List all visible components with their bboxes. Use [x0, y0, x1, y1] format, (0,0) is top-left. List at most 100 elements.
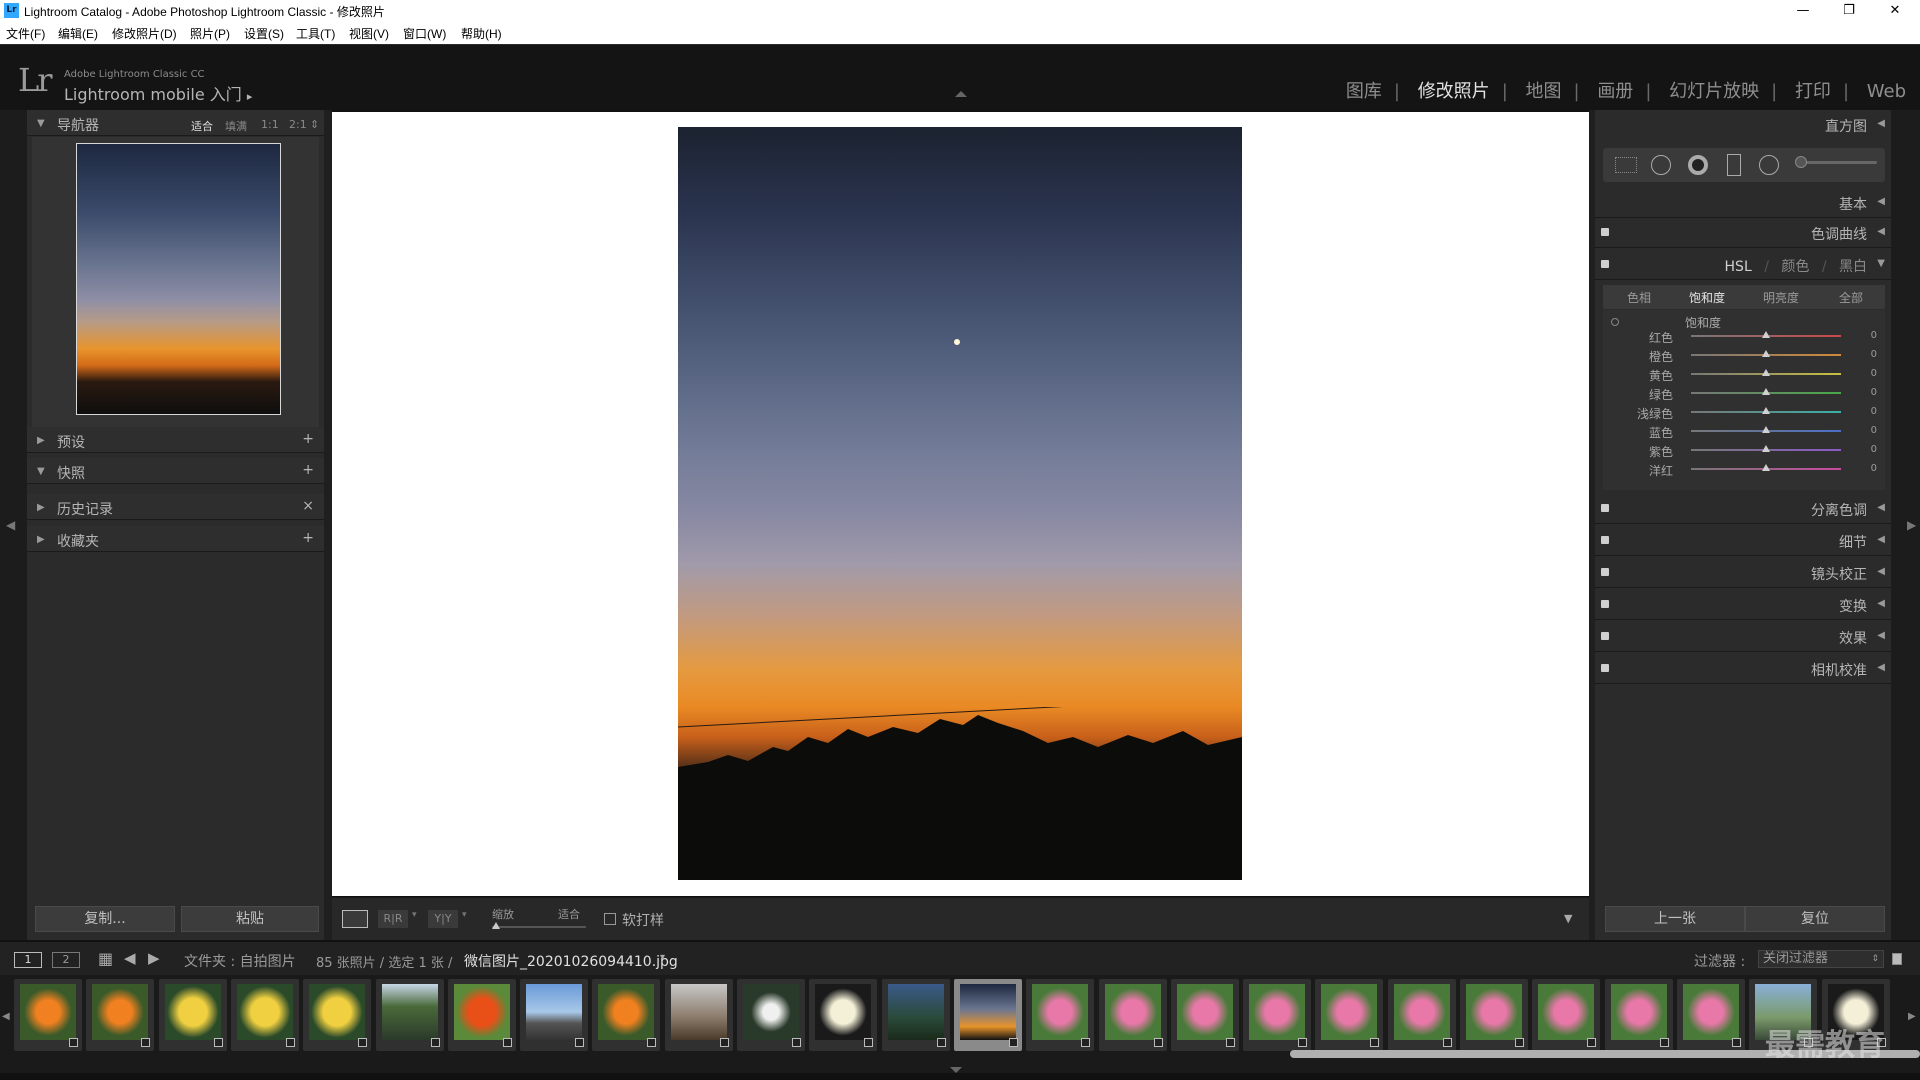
navigator-header[interactable]: ▼ 导航器 适合 填满 1:1 2:1 ⇕ — [27, 110, 324, 136]
filmstrip-thumbnail[interactable] — [737, 979, 805, 1051]
copy-button[interactable]: 复制... — [35, 906, 175, 932]
filmstrip-thumbnail[interactable] — [592, 979, 661, 1051]
slider-knob[interactable] — [1762, 426, 1770, 433]
filmstrip-thumbnail[interactable] — [1243, 979, 1312, 1051]
nav-zoom-dropdown-icon[interactable]: ⇕ — [310, 118, 319, 131]
effects-header[interactable]: 效果 ◀ — [1595, 622, 1891, 652]
restore-icon[interactable]: ❐ — [1826, 0, 1872, 22]
slider-value[interactable]: 0 — [1871, 463, 1877, 474]
before-after-icon[interactable]: R|R — [378, 910, 408, 928]
transform-header[interactable]: 变换 ◀ — [1595, 590, 1891, 620]
close-icon[interactable]: ✕ — [1872, 0, 1918, 22]
module-slideshow[interactable]: 幻灯片放映 — [1669, 81, 1759, 102]
adjustment-brush-icon[interactable] — [1795, 156, 1807, 168]
nav-2to1-option[interactable]: 2:1 — [289, 118, 307, 131]
slider-knob[interactable] — [1762, 331, 1770, 338]
swap-dropdown-icon[interactable]: ▾ — [462, 910, 467, 920]
slider-knob[interactable] — [1762, 350, 1770, 357]
slider-value[interactable]: 0 — [1871, 425, 1877, 436]
module-develop[interactable]: 修改照片 — [1418, 81, 1490, 102]
filmstrip-thumbnail[interactable] — [520, 979, 589, 1051]
filmstrip-thumbnail[interactable] — [1676, 979, 1745, 1051]
panel-switch-icon[interactable] — [1601, 664, 1609, 672]
minimize-icon[interactable]: — — [1780, 0, 1826, 22]
adjustment-brush-slider[interactable] — [1797, 161, 1877, 164]
snapshots-header[interactable]: ▼ 快照 + — [27, 458, 324, 484]
hsl-header[interactable]: HSL / 颜色 / 黑白 ▼ — [1595, 250, 1891, 280]
navigator-thumbnail[interactable] — [76, 143, 281, 415]
bw-mode[interactable]: 黑白 — [1839, 259, 1867, 275]
filename-dropdown-icon[interactable]: ▾ — [660, 952, 665, 963]
history-header[interactable]: ▶ 历史记录 × — [27, 494, 324, 520]
tab-saturation[interactable]: 饱和度 — [1689, 289, 1725, 306]
main-photo[interactable] — [678, 127, 1242, 880]
presets-header[interactable]: ▶ 预设 + — [27, 427, 324, 453]
slider-value[interactable]: 0 — [1871, 368, 1877, 379]
menu-edit[interactable]: 编辑(E) — [58, 25, 98, 42]
slider-value[interactable]: 0 — [1871, 406, 1877, 417]
module-book[interactable]: 画册 — [1597, 81, 1633, 102]
slider-knob[interactable] — [1762, 388, 1770, 395]
slider-value[interactable]: 0 — [1871, 387, 1877, 398]
tab-hue[interactable]: 色相 — [1627, 289, 1651, 306]
color-mode[interactable]: 颜色 — [1781, 259, 1809, 275]
collapse-filmstrip-icon[interactable] — [950, 1067, 962, 1073]
filmstrip-thumbnail[interactable] — [375, 979, 444, 1051]
slider-value[interactable]: 0 — [1871, 444, 1877, 455]
before-after-dropdown-icon[interactable]: ▾ — [412, 910, 417, 920]
panel-switch-icon[interactable] — [1601, 504, 1609, 512]
grid-view-icon[interactable]: ▦ — [98, 949, 113, 968]
split-toning-header[interactable]: 分离色调 ◀ — [1595, 494, 1891, 524]
menu-window[interactable]: 窗口(W) — [403, 25, 446, 42]
zoom-slider[interactable] — [492, 922, 586, 929]
filmstrip-thumbnail[interactable] — [1604, 979, 1673, 1051]
collapse-top-panel-icon[interactable] — [955, 91, 967, 97]
menu-develop[interactable]: 修改照片(D) — [112, 25, 177, 42]
panel-switch-icon[interactable] — [1601, 260, 1609, 268]
collapse-left-panel-icon[interactable]: ◀ — [6, 518, 15, 532]
lens-corrections-header[interactable]: 镜头校正 ◀ — [1595, 558, 1891, 588]
panel-switch-icon[interactable] — [1601, 536, 1609, 544]
filmstrip-thumbnail[interactable] — [230, 979, 299, 1051]
module-library[interactable]: 图库 — [1346, 81, 1382, 102]
filmstrip-thumbnail[interactable] — [1098, 979, 1167, 1051]
slider-knob[interactable] — [1762, 445, 1770, 452]
filmstrip-thumbnail[interactable] — [303, 979, 372, 1051]
red-eye-icon[interactable] — [1688, 155, 1708, 175]
collections-header[interactable]: ▶ 收藏夹 + — [27, 526, 324, 552]
slider-knob[interactable] — [1762, 369, 1770, 376]
nav-fill-option[interactable]: 填满 — [225, 118, 247, 134]
tab-luminance[interactable]: 明亮度 — [1763, 289, 1799, 306]
spot-removal-icon[interactable] — [1651, 155, 1671, 175]
slider-value[interactable]: 0 — [1871, 349, 1877, 360]
filmstrip-thumbnail[interactable] — [1026, 979, 1095, 1051]
filmstrip-thumbnail[interactable] — [809, 979, 878, 1051]
basic-header[interactable]: 基本 ◀ — [1595, 188, 1891, 218]
calibration-header[interactable]: 相机校准 ◀ — [1595, 654, 1891, 684]
soft-proof-checkbox[interactable] — [604, 913, 616, 925]
filter-select[interactable]: 关闭过滤器 ⇕ — [1758, 950, 1884, 968]
hsl-mode[interactable]: HSL — [1725, 259, 1752, 275]
radial-filter-icon[interactable] — [1759, 155, 1779, 175]
menu-tools[interactable]: 工具(T) — [296, 25, 335, 42]
menu-photo[interactable]: 照片(P) — [190, 25, 230, 42]
back-arrow-icon[interactable]: ◀ — [124, 949, 136, 967]
filmstrip-thumbnail[interactable] — [1315, 979, 1384, 1051]
filmstrip-thumbnail[interactable] — [86, 979, 155, 1051]
menu-file[interactable]: 文件(F) — [6, 25, 45, 42]
menu-help[interactable]: 帮助(H) — [461, 25, 502, 42]
current-filename[interactable]: 微信图片_20201026094410.jpg — [464, 951, 678, 971]
graduated-filter-icon[interactable] — [1727, 154, 1741, 176]
filmstrip-right-arrow-icon[interactable]: ▶ — [1908, 1011, 1916, 1022]
filmstrip-thumbnail[interactable] — [953, 979, 1022, 1051]
filmstrip-thumbnail[interactable] — [881, 979, 950, 1051]
swap-before-after-icon[interactable]: Y|Y — [428, 910, 458, 928]
tab-all[interactable]: 全部 — [1839, 289, 1863, 306]
reset-button[interactable]: 复位 — [1745, 906, 1885, 932]
collapse-right-panel-icon[interactable]: ▶ — [1907, 518, 1916, 532]
target-adjust-icon[interactable] — [1611, 318, 1619, 326]
secondary-window-button[interactable]: 2 — [52, 952, 80, 968]
filmstrip-thumbnail[interactable] — [14, 979, 82, 1051]
loupe-view-icon[interactable] — [342, 910, 368, 928]
paste-button[interactable]: 粘贴 — [181, 906, 319, 932]
